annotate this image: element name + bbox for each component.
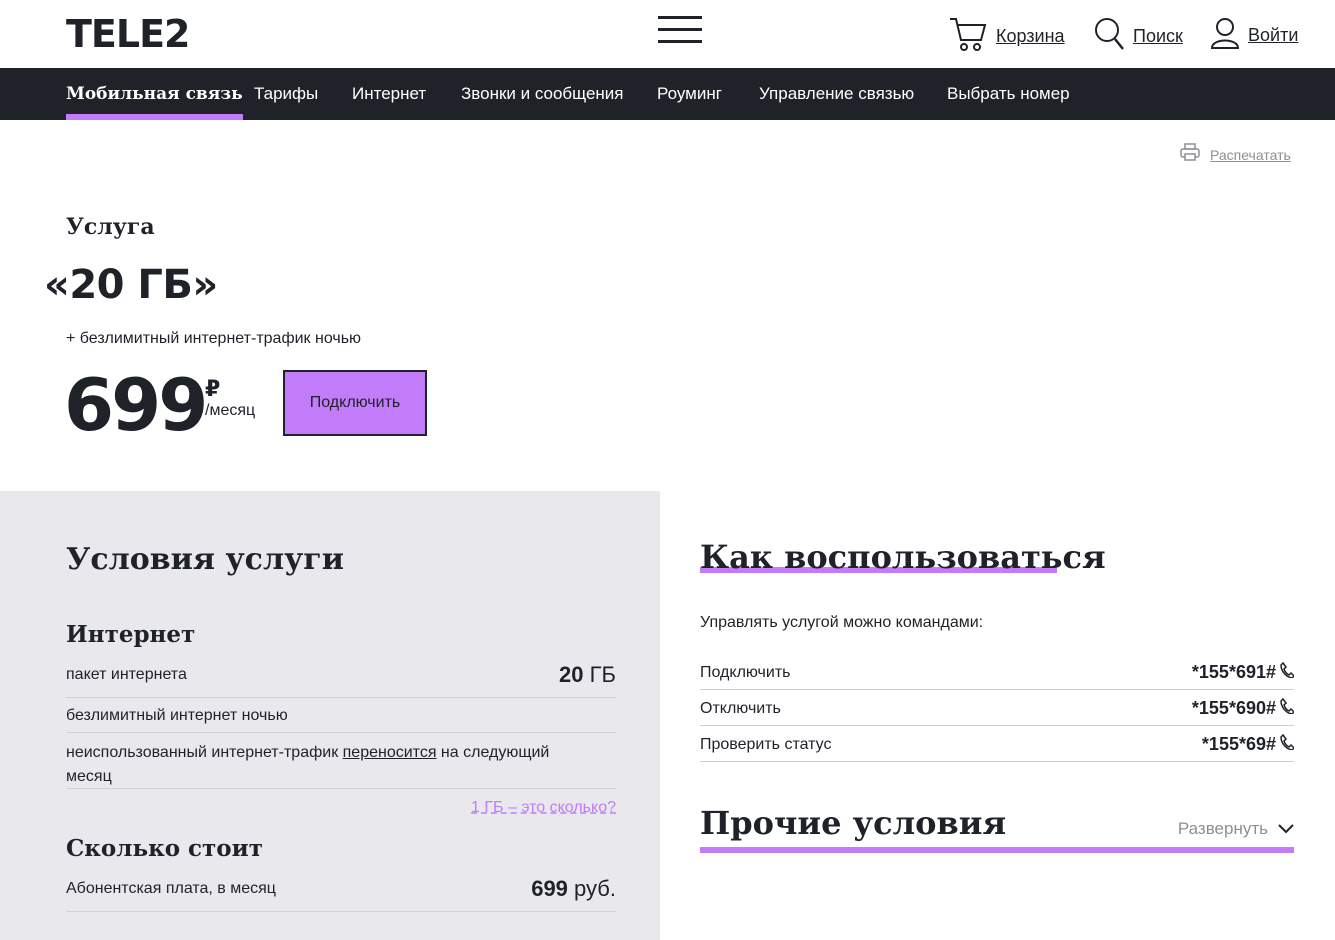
carry-row: неиспользованный интернет-трафик перенос… [66,733,616,789]
command-code[interactable]: *155*69# [1201,733,1296,755]
other-conditions-title[interactable]: Прочие условия [700,804,1006,842]
command-code-text: *155*691# [1191,662,1276,682]
service-subtitle: + безлимитный интернет-трафик ночью [66,330,362,347]
phone-icon [1280,697,1296,719]
connect-button[interactable]: Подключить [283,370,427,436]
night-label: безлимитный интернет ночью [66,707,288,724]
cart-link[interactable]: Корзина [948,16,1065,57]
command-code-text: *155*690# [1191,698,1276,718]
expand-toggle[interactable]: Развернуть [1178,819,1294,839]
internet-heading: Интернет [66,621,196,648]
phone-icon [1280,661,1296,683]
fee-row: Абонентская плата, в месяц 699 руб. [66,872,616,912]
nav-item-tariffs[interactable]: Тарифы [254,68,318,120]
logo[interactable]: TELE2 [66,14,190,54]
nav-item-roaming[interactable]: Роуминг [657,68,722,120]
price-currency: ₽ [205,376,221,401]
command-name: Подключить [700,664,791,681]
expand-label: Развернуть [1177,819,1268,838]
package-value-unit: ГБ [589,662,616,687]
command-code-text: *155*69# [1201,734,1276,754]
command-name: Проверить статус [700,736,832,753]
gb-info-link[interactable]: 1 ГБ – это сколько? [471,799,616,817]
service-kicker: Услуга [66,214,155,240]
chevron-down-icon [1278,819,1294,839]
menu-burger-button[interactable] [658,16,702,46]
price-value: 699 [64,363,208,447]
phone-icon [1280,733,1296,755]
user-icon [1210,16,1240,55]
other-conditions-underline [700,847,1294,853]
nav-item-choose-number[interactable]: Выбрать номер [947,68,1070,120]
nav-item-internet[interactable]: Интернет [352,68,426,120]
package-label: пакет интернета [66,666,187,683]
nav-item-calls[interactable]: Звонки и сообщения [461,68,624,120]
carry-pre: неиспользованный интернет-трафик [66,744,343,761]
howto-title: Как воспользоваться [700,538,1106,576]
main-nav: Мобильная связь Тарифы Интернет Звонки и… [0,68,1335,120]
login-label: Войти [1248,25,1299,45]
fee-value: 699 руб. [531,876,616,902]
command-code[interactable]: *155*691# [1191,661,1296,683]
fee-value-unit: руб. [574,876,616,901]
price-period: /месяц [205,402,256,419]
command-name: Отключить [700,700,781,717]
command-code[interactable]: *155*690# [1191,697,1296,719]
fee-value-num: 699 [531,876,568,901]
header: TELE2 Корзина Поиск Войти [0,0,1335,68]
howto-intro: Управлять услугой можно командами: [700,614,984,631]
search-label: Поиск [1133,26,1183,46]
conditions-title: Условия услуги [66,542,344,577]
nav-item-management[interactable]: Управление связью [759,68,914,120]
printer-icon [1180,143,1200,166]
print-label: Распечатать [1210,146,1291,163]
carry-link[interactable]: переносится [343,744,437,761]
search-icon [1093,16,1125,57]
package-row: пакет интернета 20 ГБ [66,660,616,698]
nav-item-mobile[interactable]: Мобильная связь [66,68,243,120]
fee-label: Абонентская плата, в месяц [66,880,276,897]
command-row: Отключить *155*690# [700,690,1296,726]
package-value-num: 20 [559,662,584,687]
search-link[interactable]: Поиск [1093,16,1183,57]
command-row: Подключить *155*691# [700,654,1296,690]
package-value: 20 ГБ [559,662,616,688]
command-row: Проверить статус *155*69# [700,726,1296,762]
cost-heading: Сколько стоит [66,835,263,862]
service-title: «20 ГБ» [44,262,218,308]
cart-label: Корзина [996,26,1065,46]
login-link[interactable]: Войти [1210,16,1298,55]
night-row: безлимитный интернет ночью [66,698,616,733]
cart-icon [948,16,988,57]
print-link[interactable]: Распечатать [1180,143,1291,166]
